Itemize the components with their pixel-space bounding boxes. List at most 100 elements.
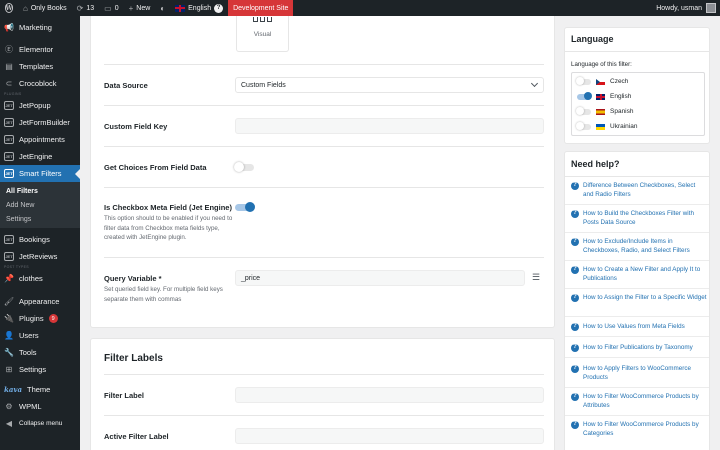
custom-field-key-label: Custom Field Key: [104, 122, 168, 131]
sidebar-item-label: Users: [19, 331, 39, 340]
query-variable-row: Query Variable * Set queried field key. …: [104, 257, 544, 327]
help-link-text: How to Filter WooCommerce Products by Ca…: [583, 421, 699, 437]
sidebar-item-plugins[interactable]: 🔌 Plugins 9: [0, 310, 80, 327]
comment-icon: ▭: [104, 3, 112, 13]
language-option-czech[interactable]: Czech: [576, 74, 628, 89]
help-divider: [565, 288, 709, 289]
sidebar-item-users[interactable]: 👤 Users: [0, 327, 80, 344]
active-filter-label-input[interactable]: [235, 428, 544, 444]
sidebar-item-clothes[interactable]: 📌 clothes: [0, 270, 80, 287]
sidebar-item-jetpopup[interactable]: JET JetPopup: [0, 97, 80, 114]
sidebar-item-label: Elementor: [19, 45, 54, 54]
language-option-spanish[interactable]: Spanish: [576, 104, 634, 119]
help-link-text: How to Use Values from Meta Fields: [583, 323, 685, 330]
sidebar-item-jetformbuilder[interactable]: JET JetFormBuilder: [0, 114, 80, 131]
submenu-all-filters[interactable]: All Filters: [0, 184, 80, 198]
help-link[interactable]: ? How to Assign the Filter to a Specific…: [571, 293, 707, 302]
get-choices-row: Get Choices From Field Data: [104, 146, 544, 187]
help-link[interactable]: ? Difference Between Checkboxes, Select …: [571, 181, 707, 199]
sidebar-item-label: Theme: [27, 385, 51, 394]
language-panel-subtitle: Language of this filter:: [571, 61, 632, 68]
is-checkbox-meta-row: Is Checkbox Meta Field (Jet Engine) This…: [104, 187, 544, 257]
language-option-english[interactable]: English: [577, 89, 631, 104]
development-site-badge[interactable]: Development Site: [228, 0, 294, 16]
wordpress-logo-button[interactable]: W: [0, 0, 18, 16]
query-variable-value: _price: [241, 274, 261, 282]
spain-flag-icon: [596, 108, 605, 115]
help-link[interactable]: ? How to Apply Filters to WooCommerce Pr…: [571, 364, 707, 382]
submenu-add-new[interactable]: Add New: [0, 198, 80, 212]
get-choices-toggle[interactable]: [234, 162, 254, 172]
sidebar-item-label: Crocoblock: [19, 79, 57, 88]
sidebar-item-wpml[interactable]: ⚙ WPML: [0, 398, 80, 415]
home-icon: ⌂: [23, 3, 28, 13]
help-link-text: How to Apply Filters to WooCommerce Prod…: [583, 365, 692, 381]
sidebar-item-label: JetFormBuilder: [19, 118, 70, 127]
collapse-menu-button[interactable]: ◀ Collapse menu: [0, 415, 80, 432]
jet-icon: JET: [4, 169, 14, 178]
sidebar-item-label: Templates: [19, 62, 54, 71]
jet-icon: JET: [4, 101, 14, 110]
visual-type-option[interactable]: Visual: [236, 16, 289, 52]
admin-sidebar: 📢 Marketing Ⓔ Elementor ▤ Templates ⊂ Cr…: [0, 16, 80, 450]
filter-label-label: Filter Label: [104, 391, 145, 400]
updates-link[interactable]: ⟳ 13: [72, 0, 100, 16]
question-icon: ?: [571, 293, 579, 302]
comments-link[interactable]: ▭ 0: [99, 0, 123, 16]
sidebar-item-crocoblock[interactable]: ⊂ Crocoblock: [0, 75, 80, 92]
help-link[interactable]: ? How to Filter WooCommerce Products by …: [571, 420, 707, 438]
sidebar-item-bookings[interactable]: JET Bookings: [0, 231, 80, 248]
updates-count: 13: [86, 4, 95, 12]
sidebar-item-tools[interactable]: 🔧 Tools: [0, 344, 80, 361]
filter-settings-card: Visual Data Source Custom Fields Custom …: [90, 16, 555, 328]
custom-field-key-input[interactable]: [235, 118, 544, 134]
help-link[interactable]: ? How to Filter WooCommerce Products by …: [571, 392, 707, 410]
plugin-icon: 🔌: [4, 314, 14, 323]
language-switcher[interactable]: English ?: [170, 0, 228, 16]
sidebar-item-settings[interactable]: ⊞ Settings: [0, 361, 80, 378]
sidebar-item-templates[interactable]: ▤ Templates: [0, 58, 80, 75]
language-toggle[interactable]: [577, 92, 592, 100]
new-content-link[interactable]: + New: [124, 0, 156, 16]
sidebar-item-appearance[interactable]: 🖌 Appearance: [0, 293, 80, 310]
language-toggle[interactable]: [576, 77, 591, 85]
sidebar-item-theme[interactable]: kava Theme: [0, 381, 80, 398]
submenu-settings[interactable]: Settings: [0, 212, 80, 226]
sidebar-item-elementor[interactable]: Ⓔ Elementor: [0, 41, 80, 58]
language-toggle[interactable]: [576, 107, 591, 115]
help-icon: ?: [214, 3, 224, 13]
new-label: New: [136, 4, 151, 12]
site-name-link[interactable]: ⌂ Only Books: [18, 0, 72, 16]
toggle-knob: [234, 162, 244, 172]
visual-icon: [253, 17, 273, 23]
query-monitor-button[interactable]: ◐: [155, 0, 170, 16]
megaphone-icon: 📢: [4, 23, 14, 32]
help-link[interactable]: ? How to Filter Publications by Taxonomy: [571, 343, 707, 352]
language-label: English: [188, 4, 212, 12]
data-source-row: Data Source Custom Fields: [104, 64, 544, 105]
crocoblock-icon: ⊂: [5, 79, 13, 88]
language-toggle[interactable]: [576, 122, 591, 130]
sidebar-item-marketing[interactable]: 📢 Marketing: [0, 19, 80, 36]
account-menu[interactable]: Howdy, usman: [656, 3, 720, 13]
help-link-text: Difference Between Checkboxes, Select an…: [583, 182, 696, 198]
question-icon: ?: [571, 364, 579, 373]
help-link[interactable]: ? How to Use Values from Meta Fields: [571, 322, 707, 331]
filter-label-input[interactable]: [235, 387, 544, 403]
sidebar-item-jetreviews[interactable]: JET JetReviews: [0, 248, 80, 265]
query-variable-input[interactable]: _price: [235, 270, 525, 286]
pin-icon: 📌: [4, 274, 14, 283]
is-checkbox-meta-toggle[interactable]: [235, 202, 255, 212]
help-link[interactable]: ? How to Create a New Filter and Apply I…: [571, 265, 707, 283]
language-option-ukrainian[interactable]: Ukrainian: [576, 119, 637, 134]
database-icon[interactable]: ☰: [531, 272, 541, 282]
help-link[interactable]: ? How to Build the Checkboxes Filter wit…: [571, 209, 707, 227]
help-link[interactable]: ? How to Exclude/Include Items in Checkb…: [571, 237, 707, 255]
sidebar-item-jetengine[interactable]: JET JetEngine: [0, 148, 80, 165]
data-source-select[interactable]: Custom Fields: [235, 77, 544, 93]
question-icon: ?: [571, 237, 579, 246]
filter-label-row: Filter Label: [104, 374, 544, 415]
sidebar-item-smart-filters[interactable]: JET Smart Filters: [0, 165, 80, 182]
sidebar-item-appointments[interactable]: JET Appointments: [0, 131, 80, 148]
active-filter-label-row: Active Filter Label: [104, 415, 544, 450]
